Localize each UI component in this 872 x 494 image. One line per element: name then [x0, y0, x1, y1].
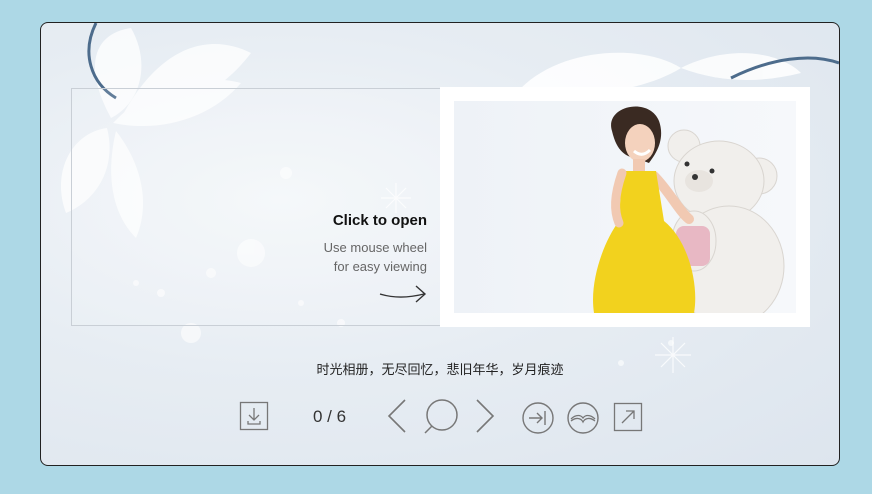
- photo-card[interactable]: [440, 87, 810, 327]
- fullscreen-icon[interactable]: [613, 402, 643, 432]
- viewing-hint: for easy viewing: [333, 259, 427, 274]
- last-page-icon[interactable]: [521, 401, 555, 435]
- prev-icon[interactable]: [385, 397, 409, 435]
- right-arrow-icon: [379, 285, 427, 303]
- page-counter: 0 / 6: [313, 407, 347, 426]
- book-cover-panel[interactable]: Click to open Use mouse wheel for easy v…: [71, 88, 442, 326]
- girl-with-teddy-bear-illustration: [593, 106, 785, 313]
- download-icon[interactable]: [239, 401, 269, 431]
- open-book-icon[interactable]: [566, 401, 600, 435]
- album-frame: Click to open Use mouse wheel for easy v…: [40, 22, 840, 466]
- album-photo[interactable]: [454, 101, 796, 313]
- next-icon[interactable]: [473, 397, 497, 435]
- zoom-icon[interactable]: [421, 397, 461, 437]
- click-to-open-label[interactable]: Click to open: [333, 212, 427, 229]
- mouse-wheel-hint: Use mouse wheel: [323, 240, 427, 255]
- album-caption: 时光相册，无尽回忆，悲旧年华，岁月痕迹: [316, 362, 564, 377]
